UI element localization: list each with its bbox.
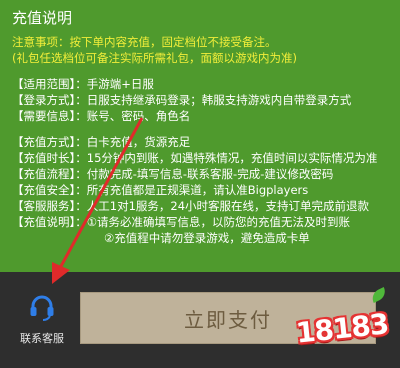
recharge-info-panel: 充值说明 注意事项：按下单内容充值，固定档位不接受备注。 (礼包任选档位可备注实… — [0, 0, 400, 272]
contact-support-label: 联系客服 — [20, 332, 64, 345]
info-explain-1: ①请务必准确填写信息，以防您的充值无法及时到账 — [86, 215, 351, 229]
headset-icon — [30, 295, 54, 321]
info-security: 【充值安全】：所有充值都是正规渠道，请认准Bigplayers — [12, 183, 309, 197]
info-scope: 【适用范围】：手游端+日服 — [12, 77, 154, 91]
notice-line-1: 注意事项：按下单内容充值，固定档位不接受备注。 — [12, 35, 277, 49]
info-login: 【登录方式】：日服支持继承码登录；韩服支持游戏内自带登录方式 — [12, 93, 352, 107]
info-duration: 【充值时长】：15分钟内到账，如遇特殊情况，充值时间以实际情况为准 — [12, 151, 378, 165]
info-required: 【需要信息】：账号、密码、角色名 — [12, 109, 191, 123]
info-explain: 【充值说明】：①请务必准确填写信息，以防您的充值无法及时到账 — [12, 214, 390, 230]
panel-title: 充值说明 — [12, 9, 73, 27]
contact-support-button[interactable]: 联系客服 — [10, 292, 74, 352]
site-watermark-logo: 18183 — [287, 286, 396, 362]
notice-line-2: (礼包任选档位可备注实际所需礼包，面额以游戏内为准) — [12, 51, 297, 65]
info-explain-2: ②充值程中请勿登录游戏，避免造成卡单 — [104, 231, 310, 245]
info-process: 【充值流程】：付款完成-填写信息-联系客服-完成-建议修改密码 — [12, 167, 334, 181]
info-explain-label: 【充值说明】： — [12, 215, 87, 229]
info-service: 【客服服务】：人工1对1服务，24小时客服在线，支持订单完成前退款 — [12, 199, 370, 213]
watermark-text: 18183 — [294, 306, 390, 350]
info-method: 【充值方式】：白卡充值，货源充足 — [12, 135, 191, 149]
